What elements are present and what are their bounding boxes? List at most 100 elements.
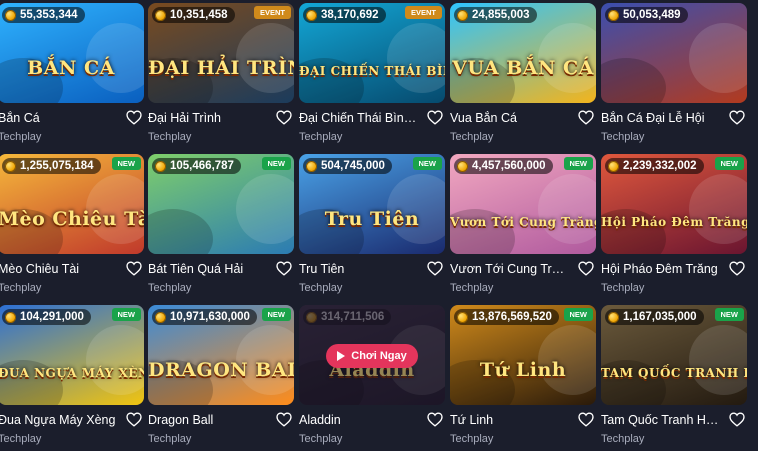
heart-icon[interactable] [729, 412, 745, 427]
heart-icon[interactable] [578, 261, 594, 276]
game-art-title: ĐẠI CHIẾN THÁI BÌNH DƯƠNG [299, 64, 445, 78]
game-title[interactable]: Đại Hải Trình [148, 111, 268, 125]
heart-icon[interactable] [276, 412, 292, 427]
jackpot-amount: 104,291,000 [2, 309, 91, 325]
coin-icon [5, 311, 16, 323]
game-title[interactable]: Tru Tiên [299, 262, 419, 276]
jackpot-value: 105,466,787 [170, 160, 234, 172]
game-card[interactable]: BẮN CÁ 55,353,344 Bắn Cá Techplay [0, 3, 144, 149]
game-thumbnail[interactable]: Vươn Tới Cung Trăng 4,457,560,000 NEW [450, 154, 596, 254]
game-provider: Techplay [148, 282, 192, 294]
game-title[interactable]: Vươn Tới Cung Trăng [450, 262, 570, 276]
game-provider: Techplay [601, 282, 645, 294]
game-provider: Techplay [0, 433, 42, 445]
heart-icon[interactable] [578, 110, 594, 125]
game-card[interactable]: ĐẠI CHIẾN THÁI BÌNH DƯƠNG 38,170,692 EVENT… [299, 3, 445, 149]
coin-icon [155, 311, 166, 323]
game-provider: Techplay [299, 282, 343, 294]
heart-icon[interactable] [427, 261, 443, 276]
game-thumbnail[interactable]: DRAGON BALL 10,971,630,000 NEW [148, 305, 294, 405]
game-thumbnail[interactable]: ĐẠI CHIẾN THÁI BÌNH DƯƠNG 38,170,692 EVENT [299, 3, 445, 103]
game-card[interactable]: Tứ Linh 13,876,569,520 NEW Tứ Linh Techplay [450, 305, 596, 451]
game-title[interactable]: Bắn Cá [0, 111, 118, 125]
coin-icon [457, 160, 468, 172]
heart-icon[interactable] [276, 261, 292, 276]
jackpot-value: 38,170,692 [321, 9, 379, 21]
jackpot-amount: 504,745,000 [303, 158, 392, 174]
artwork-shape [688, 23, 747, 93]
game-card[interactable]: Tru Tiên 504,745,000 NEW Tru Tiên Techplay [299, 154, 445, 300]
new-badge: NEW [714, 157, 744, 170]
game-provider: Techplay [148, 433, 192, 445]
heart-icon[interactable] [578, 412, 594, 427]
game-art-title: ĐUA NGỰA MÁY XÈNG [0, 366, 144, 380]
heart-icon[interactable] [729, 261, 745, 276]
heart-icon[interactable] [427, 412, 443, 427]
game-provider: Techplay [601, 131, 645, 143]
game-title[interactable]: Đại Chiến Thái Bình... [299, 111, 419, 125]
game-thumbnail[interactable]: Tru Tiên 504,745,000 NEW [299, 154, 445, 254]
game-thumbnail[interactable]: ĐUA NGỰA MÁY XÈNG 104,291,000 NEW [0, 305, 144, 405]
jackpot-amount: 10,971,630,000 [152, 309, 257, 325]
game-card[interactable]: 105,466,787 NEW Bát Tiên Quá Hải Techplay [148, 154, 294, 300]
play-now-label: Chơi Ngay [351, 350, 407, 362]
game-card[interactable]: 50,053,489 Bắn Cá Đại Lễ Hội Techplay [601, 3, 747, 149]
game-card[interactable]: Hội Pháo Đêm Trăng 2,239,332,002 NEW Hội Ph… [601, 154, 747, 300]
game-card[interactable]: Mèo Chiêu Tài1,255,075,184NEWMèo Chiêu T… [0, 154, 144, 300]
coin-icon [457, 9, 468, 21]
jackpot-value: 10,971,630,000 [170, 311, 250, 323]
game-thumbnail[interactable]: ĐẠI HẢI TRÌNH 10,351,458 EVENT [148, 3, 294, 103]
game-title[interactable]: Tứ Linh [450, 413, 570, 427]
game-provider: Techplay [299, 433, 343, 445]
game-title[interactable]: Bắn Cá Đại Lễ Hội [601, 111, 721, 125]
jackpot-amount: 1,167,035,000 [605, 309, 704, 325]
game-title[interactable]: Đua Ngựa Máy Xèng [0, 413, 118, 427]
game-title[interactable]: Bát Tiên Quá Hải [148, 262, 268, 276]
game-card[interactable]: ĐẠI HẢI TRÌNH 10,351,458 EVENT Đại Hải Trìn… [148, 3, 294, 149]
game-card[interactable]: TAM QUỐC TRANH HÙNG 1,167,035,000 NEW Tam Q… [601, 305, 747, 451]
game-art-title: Vươn Tới Cung Trăng [450, 215, 596, 229]
game-title[interactable]: Dragon Ball [148, 413, 268, 427]
jackpot-amount: 1,255,075,184 [2, 158, 101, 174]
jackpot-amount: 4,457,560,000 [454, 158, 553, 174]
new-badge: NEW [111, 157, 141, 170]
game-card[interactable]: Vươn Tới Cung Trăng 4,457,560,000 NEW Vươn … [450, 154, 596, 300]
new-badge: NEW [412, 157, 442, 170]
artwork-shape [148, 209, 214, 254]
game-thumbnail[interactable]: Mèo Chiêu Tài 1,255,075,184 NEW [0, 154, 144, 254]
coin-icon [155, 160, 166, 172]
heart-icon[interactable] [729, 110, 745, 125]
game-provider: Techplay [601, 433, 645, 445]
coin-icon [457, 311, 468, 323]
game-thumbnail[interactable]: VUA BẮN CÁ 24,855,003 [450, 3, 596, 103]
jackpot-value: 24,855,003 [472, 9, 530, 21]
jackpot-value: 10,351,458 [170, 9, 228, 21]
game-thumbnail[interactable]: BẮN CÁ 55,353,344 [0, 3, 144, 103]
game-card[interactable]: ĐUA NGỰA MÁY XÈNG 104,291,000 NEW Đua Ngựa … [0, 305, 144, 451]
game-thumbnail[interactable]: Hội Pháo Đêm Trăng 2,239,332,002 NEW [601, 154, 747, 254]
game-title[interactable]: Mèo Chiêu Tài [0, 262, 118, 276]
game-provider: Techplay [148, 131, 192, 143]
game-title[interactable]: Hội Pháo Đêm Trăng [601, 262, 721, 276]
heart-icon[interactable] [126, 110, 142, 125]
heart-icon[interactable] [126, 412, 142, 427]
game-thumbnail[interactable]: TAM QUỐC TRANH HÙNG 1,167,035,000 NEW [601, 305, 747, 405]
game-art-title: Hội Pháo Đêm Trăng [601, 215, 747, 229]
heart-icon[interactable] [427, 110, 443, 125]
game-title[interactable]: Vua Bắn Cá [450, 111, 570, 125]
game-title[interactable]: Tam Quốc Tranh Hùng [601, 413, 721, 427]
heart-icon[interactable] [276, 110, 292, 125]
game-card[interactable]: VUA BẮN CÁ 24,855,003 Vua Bắn Cá Techplay [450, 3, 596, 149]
play-now-button[interactable]: Chơi Ngay [326, 344, 418, 368]
game-provider: Techplay [0, 131, 42, 143]
game-thumbnail[interactable]: 105,466,787 NEW [148, 154, 294, 254]
game-thumbnail[interactable]: Aladdin 314,711,506 Chơi Ngay [299, 305, 445, 405]
jackpot-value: 2,239,332,002 [623, 160, 697, 172]
game-title[interactable]: Aladdin [299, 413, 419, 427]
game-thumbnail[interactable]: 50,053,489 [601, 3, 747, 103]
heart-icon[interactable] [126, 261, 142, 276]
game-card[interactable]: Aladdin 314,711,506 Chơi Ngay Aladdin Techpl… [299, 305, 445, 451]
jackpot-amount: 38,170,692 [303, 7, 386, 23]
game-thumbnail[interactable]: Tứ Linh 13,876,569,520 NEW [450, 305, 596, 405]
game-card[interactable]: DRAGON BALL 10,971,630,000 NEW Dragon Ball T… [148, 305, 294, 451]
